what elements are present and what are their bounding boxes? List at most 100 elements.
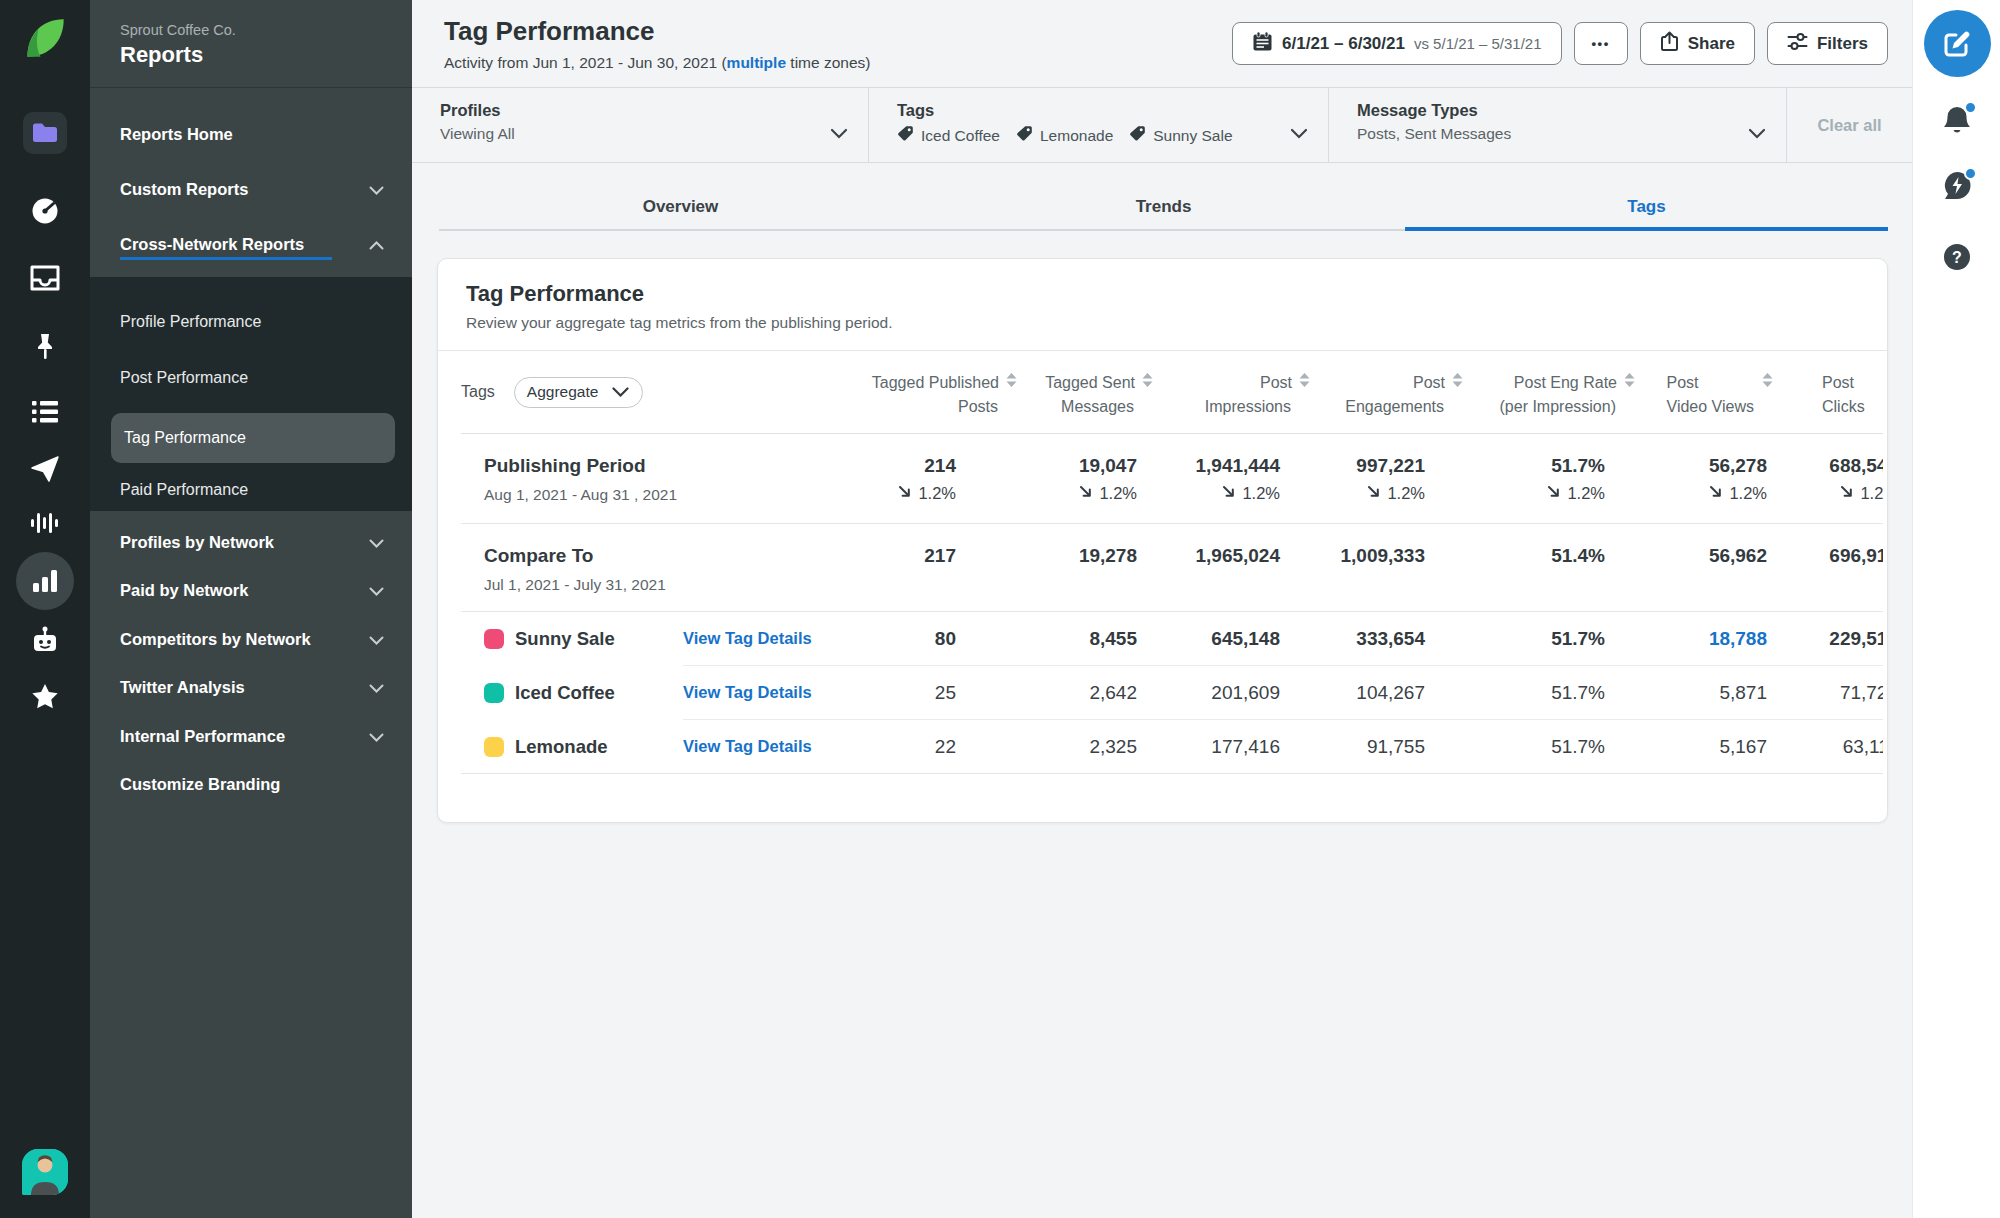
sidebar-item-paid-by-network[interactable]: Paid by Network: [120, 581, 384, 600]
utility-rail: ?: [1912, 0, 2000, 1218]
sort-icon[interactable]: [1761, 371, 1774, 395]
sidebar-subitem-paid-performance[interactable]: Paid Performance: [120, 481, 248, 499]
sidebar-item-reports-home[interactable]: Reports Home: [120, 125, 384, 144]
message-bolt-button[interactable]: [1913, 170, 2000, 206]
sort-icon[interactable]: [1298, 371, 1311, 395]
waveform-icon[interactable]: [0, 509, 90, 537]
period-date-range: Aug 1, 2021 - Aug 31 , 2021: [484, 486, 831, 504]
view-tag-details-link[interactable]: View Tag Details: [683, 720, 831, 773]
message-types-filter[interactable]: Message Types Posts, Sent Messages: [1329, 88, 1787, 162]
column-header-tagged-sent-messages[interactable]: Tagged SentMessages: [1018, 351, 1154, 433]
sidebar-item-label: Custom Reports: [120, 180, 248, 199]
period-date-range: Jul 1, 2021 - July 31, 2021: [484, 576, 831, 594]
metric-value: 51.7%: [1464, 612, 1636, 665]
sidebar-subitem-post-performance[interactable]: Post Performance: [120, 369, 248, 387]
trend-down-icon: [1078, 484, 1093, 503]
sidebar-item-profiles-by-network[interactable]: Profiles by Network: [120, 533, 384, 552]
aggregate-dropdown[interactable]: Aggregate: [514, 377, 644, 408]
column-header-post-engagements[interactable]: PostEngagements: [1311, 351, 1464, 433]
column-header-tagged-published-posts[interactable]: Tagged PublishedPosts: [831, 351, 1018, 433]
paper-plane-icon[interactable]: [0, 455, 90, 483]
chevron-down-icon: [369, 630, 384, 649]
column-header-post-video-views[interactable]: PostVideo Views: [1636, 351, 1774, 433]
sidebar-subitem-tag-performance[interactable]: Tag Performance: [111, 413, 395, 463]
view-tag-details-link[interactable]: View Tag Details: [683, 666, 831, 719]
metric-value: 201,609: [1154, 666, 1311, 719]
sidebar-item-customize-branding[interactable]: Customize Branding: [120, 775, 384, 794]
tag-name: Sunny Sale: [515, 628, 615, 650]
metric-value: 22: [831, 720, 1018, 773]
metric-value: 25: [831, 666, 1018, 719]
sidebar-item-label: Competitors by Network: [120, 630, 311, 649]
trend-down-icon: [1221, 484, 1236, 503]
inbox-icon[interactable]: [0, 265, 90, 291]
column-header-post-eng-rate-per-impression-[interactable]: Post Eng Rate(per Impression): [1464, 351, 1636, 433]
profiles-filter[interactable]: Profiles Viewing All: [412, 88, 869, 162]
chevron-down-icon: [369, 533, 384, 552]
metric-value: 56,2781.2%: [1636, 434, 1774, 523]
compose-button[interactable]: [1913, 10, 2000, 77]
metric-value: 1,009,333: [1311, 524, 1464, 611]
sort-icon[interactable]: [1623, 371, 1636, 395]
metric-value: 56,962: [1636, 524, 1774, 611]
period-name: Publishing Period: [484, 455, 831, 477]
tab-tags[interactable]: Tags: [1405, 163, 1888, 231]
activity-range-suffix: time zones): [786, 54, 870, 71]
clear-all-button[interactable]: Clear all: [1787, 88, 1912, 162]
column-header-line1: Post: [1667, 371, 1699, 395]
metric-value: 229,515: [1774, 612, 1883, 665]
sidebar-item-custom-reports[interactable]: Custom Reports: [120, 180, 384, 199]
message-types-filter-label: Message Types: [1357, 101, 1511, 120]
tags-filter[interactable]: Tags Iced CoffeeLemonadeSunny Sale: [869, 88, 1329, 162]
star-icon[interactable]: [0, 682, 90, 711]
sprout-leaf-logo: [0, 16, 90, 60]
robot-icon[interactable]: [0, 625, 90, 655]
sidebar-item-internal-performance[interactable]: Internal Performance: [120, 727, 384, 746]
metric-value: 1,941,4441.2%: [1154, 434, 1311, 523]
column-header-post-impressions[interactable]: PostImpressions: [1154, 351, 1311, 433]
tag-chip-lemonade: Lemonade: [1016, 125, 1113, 146]
avatar[interactable]: [0, 1149, 90, 1195]
row-label-publishing-period: Publishing Period Aug 1, 2021 - Aug 31 , …: [461, 434, 831, 523]
bell-button[interactable]: [1913, 104, 2000, 142]
notification-badge: [1964, 101, 1977, 114]
change-value: 1.2%: [918, 484, 956, 503]
list-icon[interactable]: [0, 399, 90, 425]
tab-overview[interactable]: Overview: [439, 163, 922, 231]
sidebar-item-twitter-analysis[interactable]: Twitter Analysis: [120, 678, 384, 697]
tab-trends[interactable]: Trends: [922, 163, 1405, 231]
column-header-post-clicks[interactable]: PostClicks: [1774, 351, 1883, 433]
change-value: 1.2%: [1242, 484, 1280, 503]
tag-chip-label: Sunny Sale: [1153, 127, 1232, 145]
page-title: Tag Performance: [444, 16, 654, 47]
metric-value: 5,167: [1636, 720, 1774, 773]
column-header-line1: Tagged Published: [872, 371, 999, 395]
multiple-timezones-link[interactable]: multiple: [727, 54, 786, 71]
folder-icon[interactable]: [0, 112, 90, 154]
change-value: 1.2%: [1729, 484, 1767, 503]
help-button[interactable]: ?: [1913, 243, 2000, 275]
more-options-button[interactable]: •••: [1574, 22, 1628, 65]
date-range-button[interactable]: 6/1/21 – 6/30/21 vs 5/1/21 – 5/31/21: [1232, 22, 1562, 65]
pin-icon[interactable]: [0, 332, 90, 362]
trend-down-icon: [1839, 484, 1854, 503]
metric-value: 2,642: [1018, 666, 1154, 719]
share-button[interactable]: Share: [1640, 22, 1755, 65]
sidebar-item-cross-network-reports[interactable]: Cross-Network Reports: [120, 235, 384, 254]
sort-icon[interactable]: [1005, 371, 1018, 395]
filters-button[interactable]: Filters: [1767, 22, 1888, 65]
sort-icon[interactable]: [1451, 371, 1464, 395]
sort-icon[interactable]: [1141, 371, 1154, 395]
metric-value: 51.7%: [1464, 720, 1636, 773]
bell-icon: [1941, 104, 1973, 142]
sidebar-subitem-profile-performance[interactable]: Profile Performance: [120, 313, 261, 331]
view-tag-details-link[interactable]: View Tag Details: [683, 612, 831, 665]
chevron-down-icon: [830, 125, 848, 143]
gauge-icon[interactable]: [0, 196, 90, 226]
sidebar-item-competitors-by-network[interactable]: Competitors by Network: [120, 630, 384, 649]
column-header-line2: Engagements: [1311, 395, 1464, 419]
tag-row-iced-coffee: Iced Coffee: [461, 666, 683, 719]
date-compare-value: vs 5/1/21 – 5/31/21: [1414, 35, 1542, 52]
bar-chart-icon[interactable]: [0, 552, 90, 610]
metric-value-link[interactable]: 18,788: [1636, 612, 1774, 665]
